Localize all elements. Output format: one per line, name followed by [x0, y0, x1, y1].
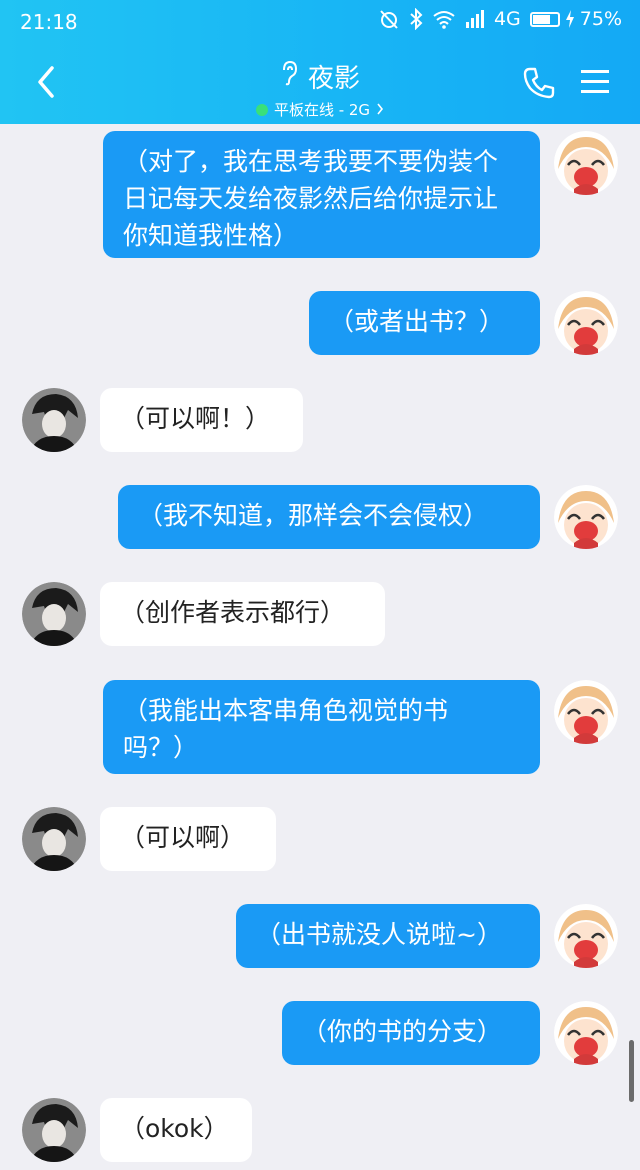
message-bubble-received[interactable]: （okok）: [100, 1098, 252, 1162]
avatar-self[interactable]: [554, 131, 618, 195]
message-text: （okok）: [120, 1114, 229, 1143]
contact-title[interactable]: 夜影 平板在线 - 2G: [170, 58, 470, 120]
avatar-self-image: [554, 904, 618, 968]
battery-percent: 75%: [579, 8, 622, 30]
scrollbar[interactable]: [629, 1040, 634, 1102]
avatar-contact-image: [22, 388, 86, 452]
wifi-icon: [432, 9, 456, 29]
avatar-self[interactable]: [554, 680, 618, 744]
avatar-self-image: [554, 131, 618, 195]
contact-name: 夜影: [307, 64, 360, 94]
avatar-self-image: [554, 1001, 618, 1065]
status-time: 21:18: [20, 10, 78, 34]
message-list[interactable]: （对了，我在思考我要不要伪装个日记每天发给夜影然后给你提示让你知道我性格） （或…: [0, 124, 640, 1170]
avatar-self-image: [554, 680, 618, 744]
message-text: （或者出书？）: [329, 307, 505, 336]
bluetooth-icon: [409, 8, 423, 30]
call-button[interactable]: [522, 66, 556, 100]
battery-indicator: 75%: [529, 8, 622, 30]
online-status-text: 平板在线 - 2G: [273, 101, 371, 119]
avatar-contact[interactable]: [22, 807, 86, 871]
battery-fill: [532, 14, 550, 24]
message-text: （我能出本客串角色视觉的书吗？）: [123, 696, 449, 762]
message-bubble-sent[interactable]: （出书就没人说啦~）: [236, 904, 540, 968]
message-text: （我不知道，那样会不会侵权）: [138, 501, 489, 530]
chevron-right-icon: [376, 101, 384, 119]
message-text: （出书就没人说啦~）: [256, 920, 502, 949]
avatar-self[interactable]: [554, 485, 618, 549]
status-bar: 21:18 4G 75%: [0, 0, 640, 44]
message-bubble-received[interactable]: （可以啊）: [100, 807, 276, 871]
avatar-self-image: [554, 485, 618, 549]
message-bubble-sent[interactable]: （你的书的分支）: [282, 1001, 540, 1065]
message-text: （对了，我在思考我要不要伪装个日记每天发给夜影然后给你提示让你知道我性格）: [123, 147, 499, 250]
battery-icon: [529, 11, 560, 27]
chat-header: 21:18 4G 75% 夜影 平板在线 - 2G: [0, 0, 640, 124]
menu-icon: [581, 70, 609, 93]
avatar-contact-image: [22, 807, 86, 871]
message-bubble-sent[interactable]: （我不知道，那样会不会侵权）: [118, 485, 540, 549]
signal-icon: [465, 10, 485, 28]
message-text: （创作者表示都行）: [120, 598, 346, 627]
message-bubble-sent[interactable]: （我能出本客串角色视觉的书吗？）: [103, 680, 540, 774]
avatar-self[interactable]: [554, 1001, 618, 1065]
message-bubble-received[interactable]: （创作者表示都行）: [100, 582, 385, 646]
ear-icon: [280, 60, 298, 93]
avatar-self[interactable]: [554, 291, 618, 355]
phone-icon: [523, 67, 555, 99]
alarm-off-icon: [378, 8, 400, 30]
avatar-contact-image: [22, 582, 86, 646]
message-bubble-received[interactable]: （可以啊！）: [100, 388, 303, 452]
menu-button[interactable]: [580, 68, 610, 96]
online-status[interactable]: 平板在线 - 2G: [170, 99, 470, 120]
online-dot: [255, 103, 268, 116]
avatar-contact-image: [22, 1098, 86, 1162]
message-bubble-sent[interactable]: （对了，我在思考我要不要伪装个日记每天发给夜影然后给你提示让你知道我性格）: [103, 131, 540, 258]
avatar-contact[interactable]: [22, 582, 86, 646]
status-icons: 4G 75%: [378, 8, 622, 30]
avatar-contact[interactable]: [22, 388, 86, 452]
back-button[interactable]: [32, 64, 62, 100]
charging-icon: [565, 10, 575, 28]
message-text: （你的书的分支）: [302, 1017, 503, 1046]
message-text: （可以啊！）: [120, 404, 271, 433]
avatar-self-image: [554, 291, 618, 355]
chevron-left-icon: [38, 66, 54, 98]
message-text: （可以啊）: [120, 823, 246, 852]
avatar-self[interactable]: [554, 904, 618, 968]
network-type: 4G: [493, 8, 521, 30]
avatar-contact[interactable]: [22, 1098, 86, 1162]
message-bubble-sent[interactable]: （或者出书？）: [309, 291, 540, 355]
